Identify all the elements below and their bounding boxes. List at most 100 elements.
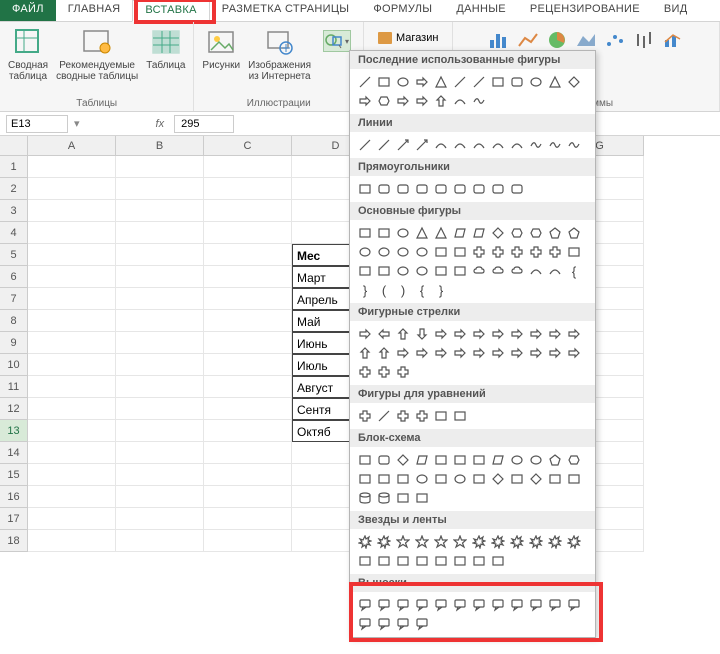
shape-item[interactable] [565, 344, 583, 362]
shape-item[interactable] [527, 344, 545, 362]
cell[interactable] [204, 288, 292, 310]
shape-item[interactable] [394, 596, 412, 614]
shape-item[interactable] [413, 596, 431, 614]
shape-item[interactable] [470, 344, 488, 362]
cell[interactable] [28, 464, 116, 486]
row-header[interactable]: 4 [0, 222, 28, 244]
shape-item[interactable] [375, 363, 393, 381]
shape-item[interactable] [489, 344, 507, 362]
cell[interactable] [28, 530, 116, 552]
shape-item[interactable] [508, 73, 526, 91]
shape-item[interactable] [394, 325, 412, 343]
shape-item[interactable] [451, 180, 469, 198]
shape-item[interactable] [508, 533, 526, 551]
row-header[interactable]: 5 [0, 244, 28, 266]
shape-item[interactable] [546, 470, 564, 488]
shape-item[interactable] [527, 224, 545, 242]
row-header[interactable]: 11 [0, 376, 28, 398]
shape-item[interactable]: ) [394, 281, 412, 299]
table-button[interactable]: Таблица [146, 26, 185, 71]
shape-item[interactable] [470, 596, 488, 614]
cell[interactable] [116, 530, 204, 552]
cell[interactable] [204, 200, 292, 222]
shape-item[interactable] [394, 262, 412, 280]
dropdown-icon[interactable]: ▾ [74, 117, 80, 130]
fx-label[interactable]: fx [152, 118, 169, 130]
shape-item[interactable] [413, 92, 431, 110]
pictures-button[interactable]: Рисунки [202, 26, 240, 71]
shape-item[interactable] [356, 262, 374, 280]
cell[interactable] [116, 222, 204, 244]
shape-item[interactable] [394, 224, 412, 242]
shape-item[interactable] [470, 180, 488, 198]
shape-item[interactable] [413, 615, 431, 633]
shape-item[interactable] [356, 243, 374, 261]
shape-item[interactable] [375, 325, 393, 343]
shape-item[interactable] [356, 92, 374, 110]
shape-item[interactable] [470, 243, 488, 261]
cell[interactable] [28, 376, 116, 398]
shape-item[interactable] [451, 73, 469, 91]
recommended-pivot-button[interactable]: Рекомендуемые сводные таблицы [56, 26, 138, 82]
shape-item[interactable] [432, 262, 450, 280]
shape-item[interactable] [356, 451, 374, 469]
row-header[interactable]: 12 [0, 398, 28, 420]
tab-review[interactable]: РЕЦЕНЗИРОВАНИЕ [518, 0, 652, 21]
shape-item[interactable] [375, 470, 393, 488]
shape-item[interactable] [470, 451, 488, 469]
row-header[interactable]: 15 [0, 464, 28, 486]
chart-stock-button[interactable] [631, 30, 657, 50]
formula-value[interactable]: 295 [174, 115, 234, 133]
cell[interactable] [116, 486, 204, 508]
chart-area-button[interactable] [573, 30, 599, 50]
shape-item[interactable]: ( [375, 281, 393, 299]
shape-item[interactable] [394, 615, 412, 633]
shape-item[interactable] [356, 325, 374, 343]
cell[interactable] [28, 244, 116, 266]
row-header[interactable]: 13 [0, 420, 28, 442]
shape-item[interactable] [451, 325, 469, 343]
shape-item[interactable] [432, 552, 450, 570]
shape-item[interactable] [413, 407, 431, 425]
chart-combo-button[interactable] [660, 30, 686, 50]
shape-item[interactable] [394, 533, 412, 551]
shape-item[interactable] [508, 224, 526, 242]
shape-item[interactable] [356, 73, 374, 91]
shape-item[interactable] [356, 224, 374, 242]
col-header[interactable]: C [204, 136, 292, 156]
shape-item[interactable] [546, 224, 564, 242]
tab-formulas[interactable]: ФОРМУЛЫ [361, 0, 444, 21]
shape-item[interactable] [470, 262, 488, 280]
shape-item[interactable] [565, 136, 583, 154]
row-header[interactable]: 7 [0, 288, 28, 310]
cell[interactable] [28, 156, 116, 178]
shape-item[interactable] [546, 262, 564, 280]
cell[interactable] [28, 222, 116, 244]
shape-item[interactable] [375, 615, 393, 633]
cell[interactable] [28, 420, 116, 442]
shape-item[interactable] [375, 262, 393, 280]
cell[interactable] [116, 442, 204, 464]
shape-item[interactable] [394, 407, 412, 425]
cell[interactable] [116, 200, 204, 222]
shape-item[interactable] [394, 136, 412, 154]
shape-item[interactable] [470, 325, 488, 343]
row-header[interactable]: 9 [0, 332, 28, 354]
cell[interactable] [28, 310, 116, 332]
shape-item[interactable] [527, 596, 545, 614]
cell[interactable] [116, 354, 204, 376]
shape-item[interactable] [394, 552, 412, 570]
shape-item[interactable] [546, 596, 564, 614]
shape-item[interactable] [375, 451, 393, 469]
shape-item[interactable] [508, 470, 526, 488]
cell[interactable] [116, 178, 204, 200]
shape-item[interactable] [527, 136, 545, 154]
shape-item[interactable]: { [413, 281, 431, 299]
shape-item[interactable] [394, 363, 412, 381]
shape-item[interactable] [413, 489, 431, 507]
shape-item[interactable] [413, 470, 431, 488]
shape-item[interactable] [394, 73, 412, 91]
pivot-table-button[interactable]: Сводная таблица [8, 26, 48, 82]
shape-item[interactable] [356, 596, 374, 614]
shape-item[interactable] [413, 262, 431, 280]
